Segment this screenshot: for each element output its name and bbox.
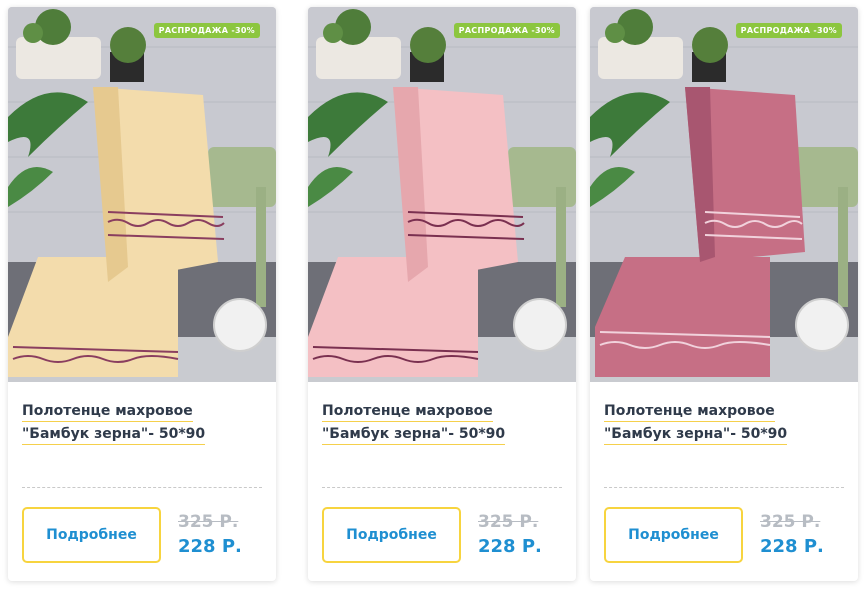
product-photo[interactable]: РАСПРОДАЖА -30% bbox=[308, 7, 576, 382]
product-title[interactable]: Полотенце махровое "Бамбук зерна"- 50*90 bbox=[22, 400, 262, 446]
towel-image bbox=[590, 7, 858, 382]
divider bbox=[22, 487, 262, 488]
sale-badge: РАСПРОДАЖА -30% bbox=[453, 23, 560, 38]
divider bbox=[322, 487, 562, 488]
product-title-line-1[interactable]: Полотенце махровое bbox=[322, 403, 493, 422]
product-card[interactable]: РАСПРОДАЖА -30% Полотенце махровое "Бамб… bbox=[590, 7, 858, 581]
old-price: 325 Р. bbox=[760, 512, 821, 532]
towel-image bbox=[8, 7, 276, 382]
product-title[interactable]: Полотенце махровое "Бамбук зерна"- 50*90 bbox=[322, 400, 562, 446]
product-photo[interactable]: РАСПРОДАЖА -30% bbox=[590, 7, 858, 382]
product-photo[interactable]: РАСПРОДАЖА -30% bbox=[8, 7, 276, 382]
towel-image bbox=[308, 7, 576, 382]
details-button[interactable]: Подробнее bbox=[22, 507, 161, 563]
old-price: 325 Р. bbox=[478, 512, 539, 532]
new-price: 228 Р. bbox=[478, 536, 542, 557]
sale-badge: РАСПРОДАЖА -30% bbox=[735, 23, 842, 38]
old-price: 325 Р. bbox=[178, 512, 239, 532]
new-price: 228 Р. bbox=[178, 536, 242, 557]
product-title-line-2[interactable]: "Бамбук зерна"- 50*90 bbox=[22, 426, 206, 445]
product-card[interactable]: РАСПРОДАЖА -30% Полотенце махровое "Бамб… bbox=[8, 7, 276, 581]
product-title[interactable]: Полотенце махровое "Бамбук зерна"- 50*90 bbox=[604, 400, 844, 446]
divider bbox=[604, 487, 844, 488]
product-card[interactable]: РАСПРОДАЖА -30% Полотенце махровое "Бамб… bbox=[308, 7, 576, 581]
details-button[interactable]: Подробнее bbox=[322, 507, 461, 563]
product-title-line-1[interactable]: Полотенце махровое bbox=[604, 403, 775, 422]
new-price: 228 Р. bbox=[760, 536, 824, 557]
product-title-line-2[interactable]: "Бамбук зерна"- 50*90 bbox=[604, 426, 788, 445]
product-title-line-1[interactable]: Полотенце махровое bbox=[22, 403, 193, 422]
sale-badge: РАСПРОДАЖА -30% bbox=[153, 23, 260, 38]
details-button[interactable]: Подробнее bbox=[604, 507, 743, 563]
product-title-line-2[interactable]: "Бамбук зерна"- 50*90 bbox=[322, 426, 506, 445]
